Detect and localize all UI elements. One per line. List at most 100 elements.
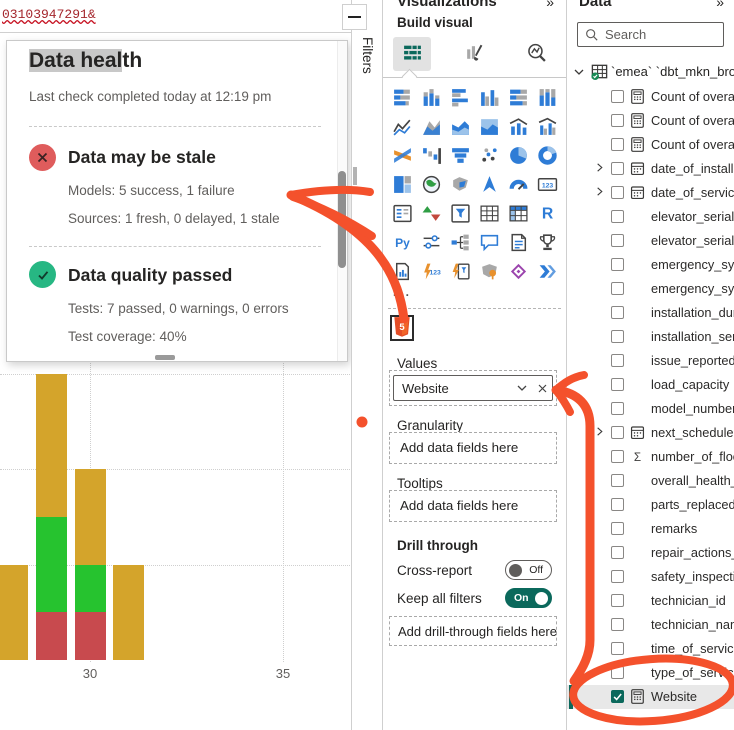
field-checkbox[interactable] xyxy=(611,450,624,463)
card-icon[interactable]: 123 xyxy=(535,172,559,196)
field-checkbox[interactable] xyxy=(611,570,624,583)
field-checkbox[interactable] xyxy=(611,114,624,127)
field-row-load-capacity[interactable]: load_capacity xyxy=(567,373,734,397)
100-stacked-bar-chart-icon[interactable] xyxy=(506,85,530,109)
keep-all-filters-toggle[interactable]: On xyxy=(505,588,552,608)
bar-segment-series-gold-x29[interactable] xyxy=(36,374,67,517)
field-checkbox[interactable] xyxy=(611,594,624,607)
treemap-icon[interactable] xyxy=(390,172,414,196)
field-checkbox[interactable] xyxy=(611,330,624,343)
multi-row-card-icon[interactable] xyxy=(390,201,414,225)
field-checkbox[interactable] xyxy=(611,138,624,151)
pie-chart-icon[interactable] xyxy=(506,143,530,167)
field-row-elevator-serial-[interactable]: elevator_serial_... xyxy=(567,229,734,253)
chevron-right-icon[interactable] xyxy=(594,425,605,440)
smart-narrative-icon[interactable] xyxy=(506,230,530,254)
field-checkbox[interactable] xyxy=(611,522,624,535)
field-row-issue-reported[interactable]: issue_reported xyxy=(567,349,734,373)
field-row-remarks[interactable]: remarks xyxy=(567,517,734,541)
field-row-count-of-overal-[interactable]: Count of overal... xyxy=(567,85,734,109)
scorecard-visual-icon[interactable] xyxy=(506,259,530,283)
field-checkbox[interactable] xyxy=(611,474,624,487)
collapse-pane-icon[interactable]: » xyxy=(716,0,724,10)
field-row-installation-dur-[interactable]: installation_dur... xyxy=(567,301,734,325)
stacked-bar-chart-icon[interactable] xyxy=(390,85,414,109)
drill-through-field-well[interactable]: Add drill-through fields here xyxy=(389,616,557,646)
arcgis-map-icon[interactable] xyxy=(477,259,501,283)
field-row-date-of-installa-[interactable]: date_of_installa... xyxy=(567,157,734,181)
stacked-area-chart-icon[interactable] xyxy=(448,114,472,138)
field-row-emergency-syst-[interactable]: emergency_syst... xyxy=(567,253,734,277)
field-checkbox[interactable] xyxy=(611,666,624,679)
field-row-elevator-serial-[interactable]: elevator_serial_... xyxy=(567,205,734,229)
field-checkbox[interactable] xyxy=(611,210,624,223)
line-and-stacked-column-chart-icon[interactable] xyxy=(506,114,530,138)
field-checkbox[interactable] xyxy=(611,354,624,367)
gauge-icon[interactable] xyxy=(506,172,530,196)
map-icon[interactable] xyxy=(419,172,443,196)
field-checkbox[interactable] xyxy=(611,378,624,391)
field-row-model-number[interactable]: model_number xyxy=(567,397,734,421)
slicer-icon[interactable] xyxy=(448,201,472,225)
line-chart-icon[interactable] xyxy=(390,114,414,138)
cross-report-toggle[interactable]: Off xyxy=(505,560,552,580)
field-row-safety-inspectio-[interactable]: safety_inspectio... xyxy=(567,565,734,589)
granularity-field-well[interactable]: Add data fields here xyxy=(389,432,557,464)
scatter-chart-icon[interactable] xyxy=(477,143,501,167)
field-checkbox[interactable] xyxy=(611,498,624,511)
chevron-right-icon[interactable] xyxy=(594,185,605,200)
clustered-column-chart-icon[interactable] xyxy=(477,85,501,109)
line-and-clustered-column-chart-icon[interactable] xyxy=(535,114,559,138)
field-checkbox[interactable] xyxy=(611,306,624,319)
field-row-technician-id[interactable]: technician_id xyxy=(567,589,734,613)
donut-chart-icon[interactable] xyxy=(535,143,559,167)
chevron-down-icon[interactable] xyxy=(512,382,532,394)
minimize-button[interactable] xyxy=(342,4,367,30)
field-checkbox[interactable] xyxy=(611,618,624,631)
qa-visual-icon[interactable] xyxy=(477,230,501,254)
html5-custom-visual-button[interactable]: 5 xyxy=(390,315,414,341)
bar-segment-series-green-x29[interactable] xyxy=(36,517,67,613)
field-checkbox[interactable] xyxy=(611,426,624,439)
canvas-scrollbar-thumb[interactable] xyxy=(353,167,357,185)
paginated-report-icon[interactable] xyxy=(390,259,414,283)
field-checkbox[interactable] xyxy=(611,186,624,199)
field-checkbox[interactable] xyxy=(611,690,624,703)
chevron-right-icon[interactable] xyxy=(594,161,605,176)
field-row-website[interactable]: Website xyxy=(567,685,734,709)
field-checkbox[interactable] xyxy=(611,90,624,103)
ribbon-chart-icon[interactable] xyxy=(390,143,414,167)
field-row-number-of-floo-[interactable]: Σnumber_of_floo... xyxy=(567,445,734,469)
field-checkbox[interactable] xyxy=(611,642,624,655)
field-row-technician-name[interactable]: technician_name xyxy=(567,613,734,637)
bar-segment-series-green-x30[interactable] xyxy=(75,565,106,613)
stacked-column-chart-icon[interactable] xyxy=(419,85,443,109)
decomposition-tree-icon[interactable] xyxy=(448,230,472,254)
r-script-visual-icon[interactable]: R xyxy=(535,201,559,225)
field-row-count-of-overal-[interactable]: Count of overal... xyxy=(567,133,734,157)
card-scrollbar-thumb[interactable] xyxy=(338,171,346,268)
bar-segment-series-red-x30[interactable] xyxy=(75,612,106,660)
field-row-date-of-service[interactable]: date_of_service xyxy=(567,181,734,205)
bar-segment-series-red-x29[interactable] xyxy=(36,612,67,660)
filters-pane[interactable]: Filters xyxy=(352,0,383,730)
flow-visual-icon[interactable] xyxy=(535,259,559,283)
python-visual-icon[interactable]: Py xyxy=(390,230,414,254)
funnel-chart-icon[interactable] xyxy=(448,143,472,167)
bar-segment-series-gold-x31[interactable] xyxy=(113,565,144,661)
values-field-well[interactable]: Website xyxy=(389,370,557,406)
analytics-tab[interactable] xyxy=(517,37,555,71)
filled-map-icon[interactable] xyxy=(448,172,472,196)
field-row-repair-actions-t-[interactable]: repair_actions_t... xyxy=(567,541,734,565)
power-apps-icon[interactable]: 123 xyxy=(419,259,443,283)
search-input[interactable] xyxy=(603,26,723,43)
field-row-overall-health-c-[interactable]: overall_health_c... xyxy=(567,469,734,493)
field-checkbox[interactable] xyxy=(611,162,624,175)
kpi-icon[interactable] xyxy=(419,201,443,225)
chevron-down-icon[interactable] xyxy=(573,66,585,81)
azure-map-icon[interactable] xyxy=(477,172,501,196)
field-row-count-of-overal-[interactable]: Count of overal... xyxy=(567,109,734,133)
field-row-parts-replaced[interactable]: parts_replaced xyxy=(567,493,734,517)
matrix-icon[interactable] xyxy=(506,201,530,225)
power-automate-icon[interactable] xyxy=(448,259,472,283)
